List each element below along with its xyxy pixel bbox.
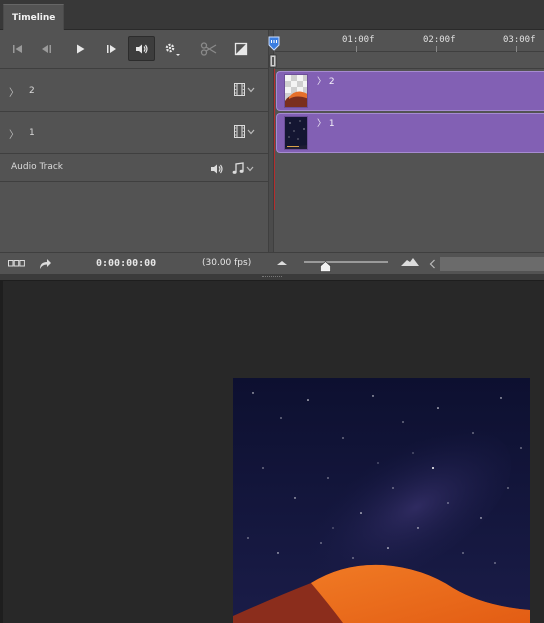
audio-track-controls	[210, 162, 254, 175]
clip-label: 〉 2	[317, 77, 335, 87]
video-options-button[interactable]	[234, 125, 255, 138]
zoom-out-icon[interactable]	[276, 260, 288, 266]
next-frame-icon	[107, 45, 116, 53]
audio-icon	[135, 44, 148, 53]
playback-controls	[0, 30, 268, 69]
previous-frame-icon	[42, 45, 51, 53]
go-to-first-frame-icon	[13, 45, 22, 53]
horizontal-scrollbar[interactable]	[440, 257, 544, 271]
film-strip-icon	[234, 125, 245, 138]
playhead-line	[274, 69, 275, 210]
timeline-footer: 0:00:00:00 (30.00 fps)	[0, 252, 544, 274]
film-strip-icon	[234, 83, 245, 96]
chevron-down-icon	[246, 166, 254, 171]
video-clip[interactable]: 〉 1	[276, 113, 544, 153]
work-area-bar[interactable]	[269, 52, 544, 69]
expand-chevron-icon[interactable]: 〉	[9, 84, 19, 99]
ruler-label: 01:00f	[342, 35, 375, 45]
timeline-panel: 01:00f 02:00f 03:00f 〉 2 〉 1 Audio Track…	[0, 30, 544, 252]
chevron-down-icon	[247, 87, 255, 92]
render-settings-button[interactable]	[160, 37, 184, 61]
settings-gear-icon	[165, 43, 180, 56]
video-track-row[interactable]: 〉 2	[0, 70, 268, 112]
panel-resize-grip[interactable]	[0, 274, 544, 281]
clip-label: 〉 1	[317, 119, 335, 129]
mute-speaker-icon[interactable]	[210, 163, 224, 175]
grip-dots	[262, 276, 282, 278]
chevron-down-icon	[247, 129, 255, 134]
zoom-in-icon[interactable]	[400, 257, 420, 267]
previous-frame-button[interactable]	[35, 37, 59, 61]
transition-button[interactable]	[229, 37, 253, 61]
video-track-row[interactable]: 〉 1	[0, 112, 268, 154]
current-timecode: 0:00:00:00	[96, 258, 157, 269]
music-note-icon	[232, 162, 244, 174]
audio-track-row[interactable]: Audio Track	[0, 154, 268, 182]
expand-chevron-icon[interactable]: 〉	[9, 126, 19, 141]
go-to-first-frame-button[interactable]	[5, 37, 29, 61]
split-scissors-icon	[200, 42, 217, 56]
play-icon	[77, 44, 85, 54]
audio-toggle-button[interactable]	[128, 36, 155, 61]
convert-frame-animation-icon[interactable]	[8, 260, 25, 267]
frame-rate-label: (30.00 fps)	[202, 258, 252, 268]
scroll-left-icon[interactable]	[429, 259, 436, 269]
track-name: 1	[29, 128, 35, 138]
clip-thumbnail	[284, 74, 308, 108]
canvas-artwork-image	[233, 378, 530, 623]
clip-thumbnail	[284, 116, 308, 150]
tab-timeline[interactable]: Timeline	[3, 4, 65, 31]
work-area-start-handle-icon[interactable]	[269, 54, 277, 68]
video-options-button[interactable]	[234, 83, 255, 96]
time-ruler[interactable]: 01:00f 02:00f 03:00f	[268, 30, 544, 52]
photoshop-timeline-window: Timeline 01:00f 02:00f 03:00f 〉 2 〉 1 Au…	[0, 0, 544, 623]
audio-options-button[interactable]	[232, 162, 254, 175]
ruler-label: 02:00f	[423, 35, 456, 45]
zoom-slider-track[interactable]	[304, 261, 388, 263]
audio-track-name: Audio Track	[11, 162, 63, 172]
split-at-playhead-button[interactable]	[197, 37, 221, 61]
video-clip[interactable]: 〉 2	[276, 71, 544, 111]
play-button[interactable]	[68, 37, 92, 61]
render-video-icon[interactable]	[38, 257, 52, 270]
next-frame-button[interactable]	[99, 37, 123, 61]
track-name: 2	[29, 86, 35, 96]
transition-icon	[234, 42, 248, 56]
panel-tab-bar: Timeline	[0, 0, 544, 31]
document-canvas[interactable]	[233, 378, 530, 623]
playhead-handle-icon[interactable]	[268, 36, 280, 52]
zoom-slider-thumb[interactable]	[320, 261, 331, 272]
ruler-label: 03:00f	[503, 35, 536, 45]
